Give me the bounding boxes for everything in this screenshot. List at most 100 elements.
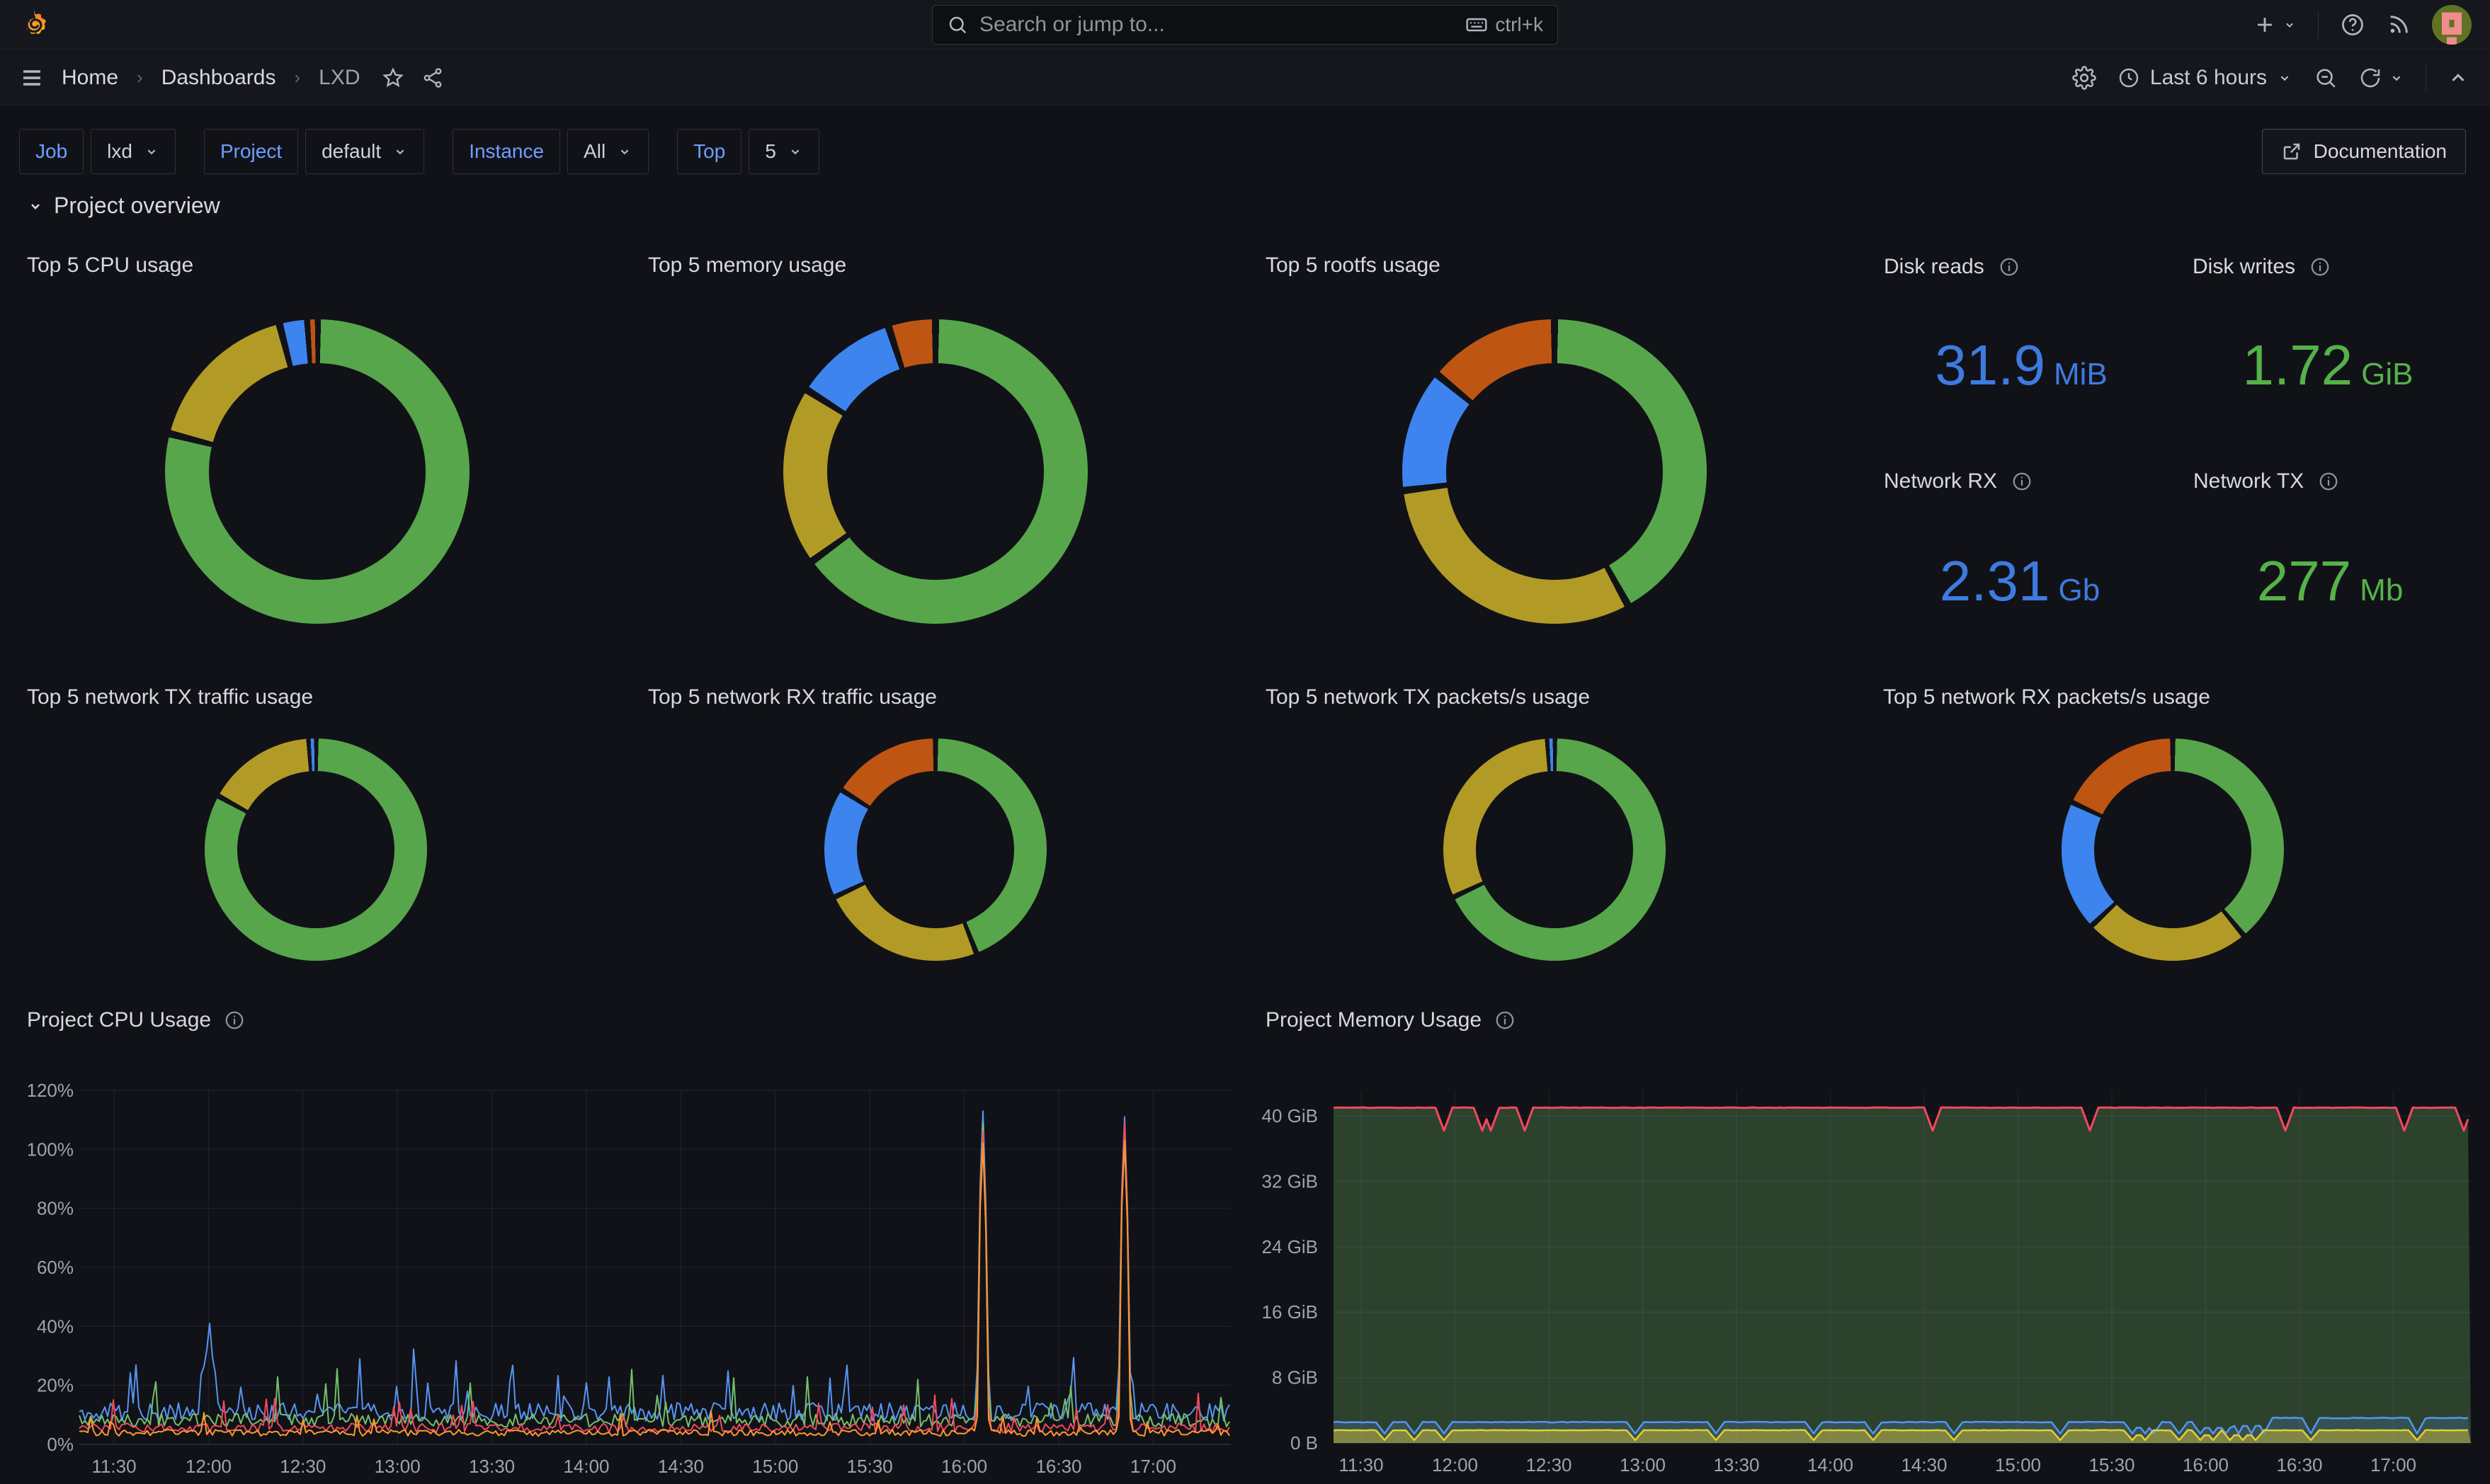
svg-text:20%: 20% <box>37 1375 74 1396</box>
svg-text:16:30: 16:30 <box>1035 1456 1081 1477</box>
chevron-down-icon <box>617 144 632 159</box>
clock-icon <box>2117 67 2140 89</box>
stat-disk-writes-title: Disk writes <box>2193 255 2331 279</box>
info-icon[interactable] <box>2318 471 2339 492</box>
info-icon[interactable] <box>2309 256 2331 278</box>
panel-top5-rootfs-usage: Top 5 rootfs usage <box>1239 234 1855 666</box>
svg-text:14:30: 14:30 <box>658 1456 704 1477</box>
new-button[interactable] <box>2253 13 2297 37</box>
panel-title[interactable]: Top 5 network RX traffic usage <box>648 685 937 709</box>
dashboard-settings-gear-icon[interactable] <box>2072 66 2096 90</box>
user-avatar[interactable] <box>2432 5 2472 45</box>
panel-title[interactable]: Project Memory Usage <box>1266 1008 1516 1032</box>
search-input[interactable] <box>979 13 1454 37</box>
memory-usage-chart[interactable]: 0 B8 GiB16 GiB24 GiB32 GiB40 GiB11:3012:… <box>1261 1062 2490 1484</box>
svg-text:14:00: 14:00 <box>563 1456 609 1477</box>
top-actions <box>2253 0 2472 50</box>
donut-chart-net-tx-traffic[interactable] <box>205 738 427 961</box>
share-icon[interactable] <box>421 67 444 89</box>
plus-icon <box>2253 13 2277 37</box>
svg-text:15:00: 15:00 <box>1995 1454 2041 1476</box>
donut-chart-rootfs[interactable] <box>1402 319 1707 624</box>
help-icon[interactable] <box>2340 12 2365 38</box>
svg-text:32 GiB: 32 GiB <box>1262 1170 1319 1192</box>
documentation-button[interactable]: Documentation <box>2262 129 2466 174</box>
collapse-chevron-up-icon[interactable] <box>2448 67 2469 89</box>
row-project-overview[interactable]: Project overview <box>27 193 220 219</box>
donut-chart-memory[interactable] <box>783 319 1088 624</box>
panel-top5-memory-usage: Top 5 memory usage <box>621 234 1237 666</box>
chevron-down-icon <box>392 144 408 159</box>
stat-disk-reads-value: 31.9MiB <box>1935 333 2107 398</box>
panel-title[interactable]: Top 5 memory usage <box>648 253 846 278</box>
breadcrumb-separator: › <box>292 67 302 89</box>
variable-top-select[interactable]: 5 <box>749 129 819 174</box>
external-link-icon <box>2281 141 2302 162</box>
donut-chart-net-rx-traffic[interactable] <box>824 738 1047 961</box>
svg-text:13:30: 13:30 <box>1713 1454 1759 1476</box>
svg-text:12:00: 12:00 <box>186 1456 232 1477</box>
variable-instance-label[interactable]: Instance <box>453 129 560 174</box>
svg-text:14:00: 14:00 <box>1807 1454 1853 1476</box>
stat-network-rx-value: 2.31Gb <box>1940 549 2100 614</box>
info-icon[interactable] <box>1494 1010 1516 1031</box>
svg-text:120%: 120% <box>28 1080 74 1101</box>
svg-text:15:30: 15:30 <box>847 1456 893 1477</box>
global-search[interactable]: ctrl+k <box>932 5 1558 45</box>
star-favorite-icon[interactable] <box>382 67 404 89</box>
news-rss-icon[interactable] <box>2387 13 2411 37</box>
donut-chart-net-rx-packets[interactable] <box>2062 738 2284 961</box>
info-icon[interactable] <box>224 1010 245 1031</box>
panel-title[interactable]: Top 5 network TX packets/s usage <box>1266 685 1590 709</box>
chevron-down-icon <box>144 144 159 159</box>
panel-title[interactable]: Top 5 network TX traffic usage <box>27 685 313 709</box>
svg-text:12:00: 12:00 <box>1432 1454 1478 1476</box>
donut-chart-net-tx-packets[interactable] <box>1443 738 1666 961</box>
panel-stats: Disk reads 31.9MiB Disk writes 1.72GiB N… <box>1857 234 2490 666</box>
cpu-usage-chart[interactable]: 0%20%40%60%80%100%120%11:3012:0012:3013:… <box>28 1062 1239 1484</box>
time-range-picker[interactable]: Last 6 hours <box>2117 66 2292 90</box>
variable-project-label[interactable]: Project <box>204 129 298 174</box>
svg-text:0 B: 0 B <box>1290 1432 1318 1454</box>
breadcrumb-current: LXD <box>319 66 360 90</box>
svg-text:40 GiB: 40 GiB <box>1262 1105 1319 1126</box>
chevron-down-icon <box>2389 70 2404 86</box>
donut-chart-cpu[interactable] <box>165 319 470 624</box>
svg-text:100%: 100% <box>28 1138 74 1160</box>
svg-text:17:00: 17:00 <box>1130 1456 1176 1477</box>
variables-row: Job lxd Project default Instance All Top… <box>19 129 2466 174</box>
grafana-logo-icon[interactable] <box>17 8 51 42</box>
panel-title[interactable]: Project CPU Usage <box>27 1008 245 1032</box>
variable-top-label[interactable]: Top <box>677 129 741 174</box>
breadcrumb-home[interactable]: Home <box>62 66 118 90</box>
info-icon[interactable] <box>1999 256 2020 278</box>
svg-text:80%: 80% <box>37 1198 74 1219</box>
svg-text:13:30: 13:30 <box>469 1456 515 1477</box>
dashboard-nav-bar: Home › Dashboards › LXD Last 6 hours <box>0 50 2490 105</box>
panel-title[interactable]: Top 5 network RX packets/s usage <box>1883 685 2210 709</box>
svg-text:16:00: 16:00 <box>2183 1454 2229 1476</box>
variable-instance-select[interactable]: All <box>567 129 649 174</box>
svg-text:60%: 60% <box>37 1257 74 1278</box>
svg-text:17:00: 17:00 <box>2370 1454 2416 1476</box>
svg-text:24 GiB: 24 GiB <box>1262 1236 1319 1257</box>
search-icon <box>947 14 968 35</box>
info-icon[interactable] <box>2011 471 2033 492</box>
panel-top5-cpu-usage: Top 5 CPU usage <box>0 234 620 666</box>
panel-title[interactable]: Top 5 CPU usage <box>27 253 193 278</box>
menu-hamburger-icon[interactable] <box>19 65 45 91</box>
refresh-button[interactable] <box>2359 67 2404 89</box>
variable-job-select[interactable]: lxd <box>91 129 176 174</box>
variable-job-label[interactable]: Job <box>19 129 84 174</box>
svg-text:13:00: 13:00 <box>1620 1454 1666 1476</box>
stat-network-tx-value: 277Mb <box>2257 549 2404 614</box>
chevron-down-icon <box>788 144 803 159</box>
panel-top5-net-rx-traffic: Top 5 network RX traffic usage <box>621 666 1237 998</box>
stat-network-tx-title: Network TX <box>2193 469 2339 493</box>
zoom-out-icon[interactable] <box>2314 66 2338 90</box>
breadcrumb-dashboards[interactable]: Dashboards <box>161 66 276 90</box>
panel-title[interactable]: Top 5 rootfs usage <box>1266 253 1440 278</box>
section-title: Project overview <box>54 193 220 219</box>
variable-project-select[interactable]: default <box>305 129 424 174</box>
svg-text:12:30: 12:30 <box>280 1456 326 1477</box>
